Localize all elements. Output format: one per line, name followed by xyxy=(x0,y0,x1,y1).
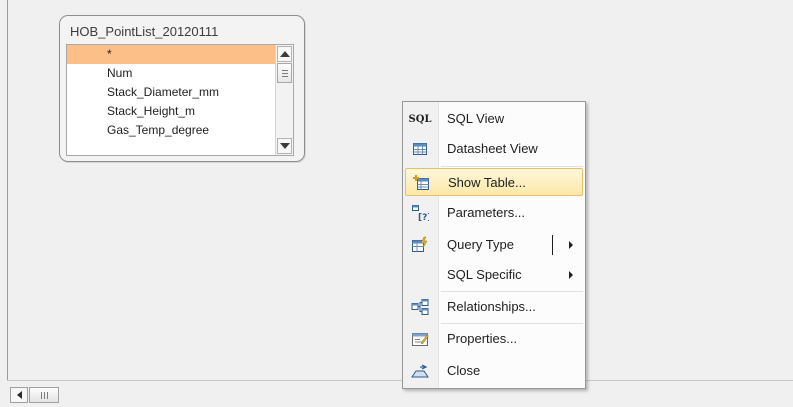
show-table-icon xyxy=(412,174,430,192)
context-menu: SQL SQL View Datasheet View Show Table..… xyxy=(402,101,586,389)
sql-icon: SQL xyxy=(408,113,432,125)
field-row-gas-temp[interactable]: Gas_Temp_degree xyxy=(67,121,275,140)
properties-icon xyxy=(411,330,429,348)
table-title[interactable]: HOB_PointList_20120111 xyxy=(70,24,218,39)
horizontal-scrollbar[interactable] xyxy=(7,380,793,407)
submenu-arrow-icon xyxy=(569,271,573,279)
arrow-down-icon xyxy=(279,143,290,149)
svg-text:[?]: [?] xyxy=(418,213,429,222)
query-type-icon xyxy=(411,236,429,254)
relationships-icon xyxy=(411,298,429,316)
menu-item-label: Show Table... xyxy=(448,175,526,190)
menu-item-label: Query Type xyxy=(447,237,514,252)
menu-item-properties[interactable]: Properties... xyxy=(405,325,583,353)
menu-item-show-table[interactable]: Show Table... xyxy=(405,168,583,196)
menu-separator xyxy=(441,166,583,167)
menu-separator xyxy=(441,323,583,324)
menu-item-sql-specific[interactable]: SQL Specific xyxy=(405,261,583,289)
field-row-num[interactable]: Num xyxy=(67,64,275,83)
menu-item-label: Properties... xyxy=(447,331,518,346)
menu-item-close[interactable]: Close xyxy=(405,357,583,385)
menu-item-label: SQL Specific xyxy=(447,267,522,282)
arrow-up-icon xyxy=(279,51,290,57)
menu-item-label: Parameters... xyxy=(447,205,526,220)
field-row-stack-height[interactable]: Stack_Height_m xyxy=(67,102,275,121)
menu-item-query-type[interactable]: Query Type xyxy=(405,231,583,259)
menu-item-sql-view[interactable]: SQL SQL View xyxy=(405,105,583,133)
field-row-stack-diameter[interactable]: Stack_Diameter_mm xyxy=(67,83,275,102)
menu-item-label: Close xyxy=(447,363,481,378)
table-field-list-window[interactable]: HOB_PointList_20120111 * Num Stack_Diame… xyxy=(59,15,305,162)
scroll-left-button[interactable] xyxy=(10,387,28,403)
text-cursor xyxy=(552,235,553,255)
menu-item-label: Relationships... xyxy=(447,299,536,314)
menu-item-label: SQL View xyxy=(447,111,505,126)
menu-item-label: Datasheet View xyxy=(447,141,538,156)
menu-item-relationships[interactable]: Relationships... xyxy=(405,293,583,321)
menu-item-datasheet-view[interactable]: Datasheet View xyxy=(405,135,583,163)
arrow-left-icon xyxy=(16,391,22,399)
menu-item-parameters[interactable]: [?] Parameters... xyxy=(405,199,583,227)
scroll-thumb[interactable] xyxy=(277,63,292,83)
scroll-up-button[interactable] xyxy=(277,46,292,62)
close-icon xyxy=(411,362,429,380)
field-list[interactable]: * Num Stack_Diameter_mm Stack_Height_m G… xyxy=(66,44,294,156)
parameters-icon: [?] xyxy=(411,204,429,222)
datasheet-icon xyxy=(411,140,429,158)
menu-separator xyxy=(441,291,583,292)
field-list-scrollbar[interactable] xyxy=(275,45,293,155)
horizontal-scroll-thumb[interactable] xyxy=(29,387,59,403)
field-row-all[interactable]: * xyxy=(67,45,275,64)
submenu-arrow-icon xyxy=(569,241,573,249)
scroll-down-button[interactable] xyxy=(277,138,292,154)
